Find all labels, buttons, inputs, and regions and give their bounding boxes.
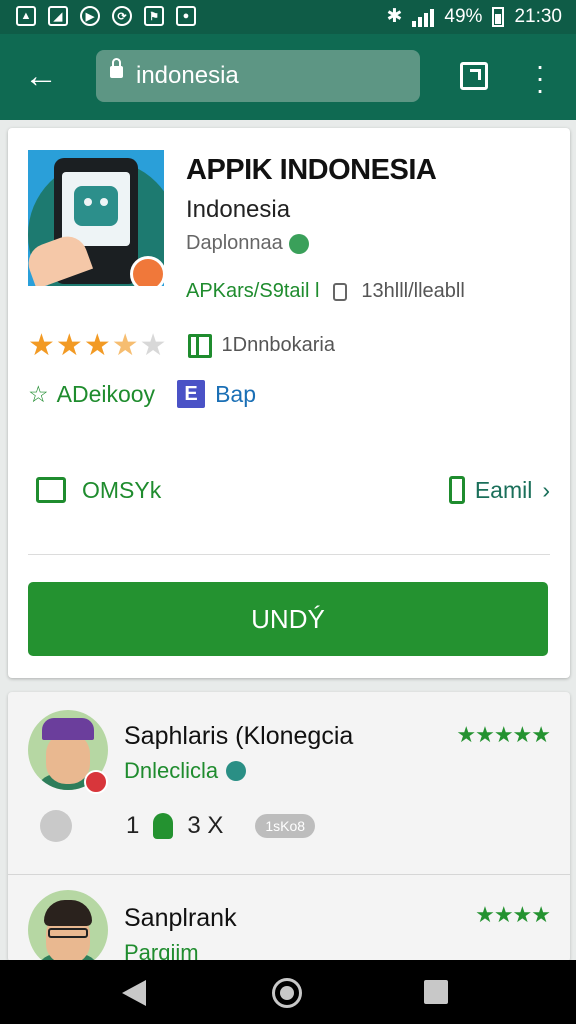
play-icon: ▶ [80,6,100,26]
reviewer-name: Sanplrank [124,904,237,932]
verified-icon [226,761,247,781]
document-icon [333,282,348,301]
email-button[interactable]: Eamil › [448,476,550,504]
bluetooth-icon: ✱ [386,6,403,27]
review-stars: ★★★★★ [456,722,551,747]
battery-icon [492,6,505,27]
app-details-card: APPIK INDONESIA Indonesia Daplonnaa APKa… [8,128,570,678]
browser-toolbar: ← indonesia · · · [0,34,576,120]
clock: 21:30 [514,5,562,27]
editor-choice-icon: E [177,380,206,408]
comment-icon[interactable] [40,810,72,842]
gallery-icon: ▲ [16,6,36,26]
developer-name[interactable]: Daplonnaa [186,232,283,255]
count-left: 1 [126,812,140,839]
divider [8,874,570,875]
thumbs-up-icon: ☆ [28,380,49,407]
thumbs-up-icon[interactable] [153,813,174,839]
category-label[interactable]: 1Dnnbokaria [222,334,335,357]
meta-right: 13hlll/lleabll [361,280,465,302]
share-icon [36,477,66,503]
rating-stars: ★★★★★ [28,329,168,362]
signal-icon [412,7,435,27]
notification-icons: ▲ ◢ ▶ ⟳ ⚑ ● [16,6,196,26]
reviewer-name: Saphlaris (Klonegcia [124,722,354,750]
avatar [28,890,108,962]
system-nav-bar [0,960,576,1024]
back-arrow-icon[interactable]: ← [24,56,64,96]
reviews-card: Saphlaris (Klonegcia ★★★★★ Dnleclicla 1 … [8,692,570,962]
tag-a[interactable]: ☆ ADeikooy [28,381,155,408]
tag-b[interactable]: E Bap [177,380,256,408]
chevron-right-icon: › [542,476,550,503]
actions-row: OMSYk Eamil › [36,476,550,504]
phone-icon [448,476,465,504]
app-icon [28,150,164,286]
nav-back-icon[interactable] [122,980,146,1006]
status-bar: ▲ ◢ ▶ ⟳ ⚑ ● ✱ 49% 21:30 [0,0,576,34]
install-button[interactable]: UNDÝ [28,582,548,656]
badge-icon [84,770,108,794]
nav-recents-icon[interactable] [424,980,448,1004]
share-button[interactable]: OMSYk [36,477,161,504]
verified-icon [288,233,309,254]
rating-row: ★★★★★ 1Dnnbokaria [28,328,335,363]
developer-row: Daplonnaa [186,232,309,255]
battery-percent: 49% [444,5,483,27]
meta-left: APKars/S9tail l [186,280,320,302]
url-text: indonesia [136,62,239,89]
category-icon [187,333,212,358]
app-title: APPIK INDONESIA [186,154,437,186]
photo-icon: ● [176,6,196,26]
sync-icon: ⟳ [112,6,132,26]
reviewer-subtitle: Dnleclicla [124,758,247,784]
review-pill: 1sKo8 [255,814,316,838]
reviewer-subtitle: Parqiim [124,940,199,962]
review-stats: 1 3 X 1sKo8 [40,810,316,842]
lock-icon [110,58,123,78]
flag-icon: ⚑ [144,6,164,26]
open-tab-icon[interactable] [460,62,488,90]
image-icon: ◢ [48,6,68,26]
overflow-menu-icon[interactable]: · · · [532,52,548,104]
review-stars: ★★★★ [475,902,551,927]
divider [28,554,550,555]
url-bar[interactable]: indonesia [96,50,420,102]
app-meta: APKars/S9tail l 13hlll/lleabll [186,280,465,303]
nav-home-icon[interactable] [272,978,302,1008]
count-right: 3 X [187,812,224,839]
app-subtitle: Indonesia [186,196,291,223]
tags-row: ☆ ADeikooy E Bap [28,380,256,408]
